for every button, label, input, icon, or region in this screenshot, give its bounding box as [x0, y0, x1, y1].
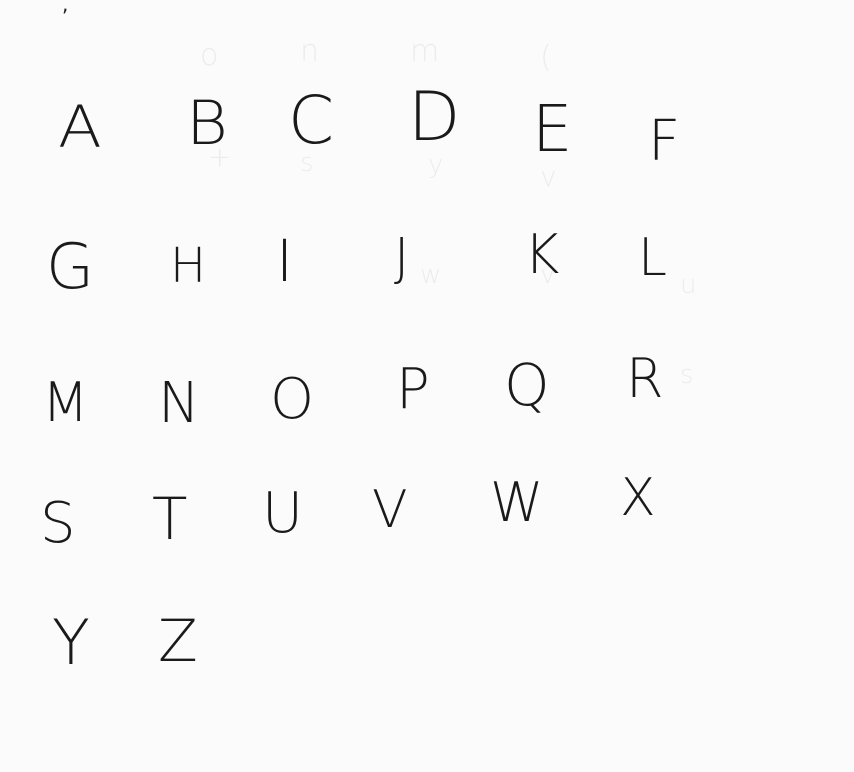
handwritten-letter-k: K — [524, 223, 560, 286]
handwritten-letter-i: I — [276, 227, 294, 295]
handwritten-letter-x: X — [620, 468, 656, 528]
bleed-through-mark: ( — [540, 40, 552, 75]
bleed-through-mark: n — [300, 34, 320, 69]
handwritten-letter-l: L — [638, 228, 667, 288]
handwritten-letter-v: V — [372, 480, 408, 540]
handwritten-letter-t: T — [152, 485, 188, 553]
handwritten-letter-n: N — [158, 371, 200, 436]
handwritten-letter-m: M — [42, 371, 89, 434]
handwritten-letter-o: O — [270, 367, 315, 432]
handwritten-letter-h: H — [170, 238, 207, 294]
handwritten-letter-a: A — [58, 94, 102, 162]
bleed-through-mark: s — [680, 360, 694, 390]
handwritten-letter-e: E — [532, 93, 573, 167]
bleed-through-mark: m — [410, 34, 440, 69]
handwritten-letter-s: S — [40, 491, 76, 556]
bleed-through-mark: w — [420, 260, 442, 290]
handwritten-letter-w: W — [490, 471, 544, 534]
paper-sheet: o n m ( + s y v w v u s , A B C D E F G … — [0, 0, 854, 772]
handwritten-letter-u: U — [262, 481, 303, 546]
handwritten-letter-b: B — [186, 88, 228, 160]
handwritten-letter-d: D — [408, 78, 461, 157]
bleed-through-mark: o — [200, 38, 219, 73]
bleed-through-mark: u — [680, 270, 697, 300]
handwritten-letter-p: P — [396, 357, 430, 422]
handwritten-letter-r: R — [626, 347, 664, 410]
handwritten-letter-g: G — [46, 230, 95, 303]
handwritten-letter-y: Y — [52, 606, 90, 679]
handwritten-letter-q: Q — [504, 351, 550, 419]
handwritten-letter-c: C — [288, 82, 335, 159]
handwritten-letter-j: J — [394, 228, 410, 288]
handwritten-letter-f: F — [648, 109, 681, 174]
handwritten-letter-z: Z — [158, 607, 198, 675]
cropped-ink-mark: , — [62, 0, 69, 16]
